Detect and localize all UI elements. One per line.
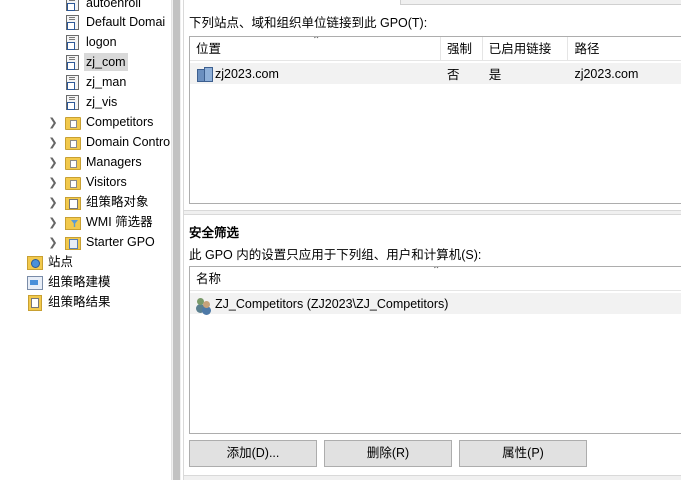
sites-icon xyxy=(26,254,43,270)
gpo-link-icon xyxy=(64,74,80,90)
tree-item-zj-vis[interactable]: zj_vis xyxy=(64,92,119,112)
links-list-header: ⌃ 位置 强制 已启用链接 路径 xyxy=(190,37,681,61)
links-caption: 下列站点、域和组织单位链接到此 GPO(T): xyxy=(189,16,428,30)
tree-item-domain-controllers[interactable]: Domain Contro xyxy=(64,132,171,152)
gpo-link-icon xyxy=(64,34,80,50)
chevron-right-icon[interactable]: ❯ xyxy=(48,112,58,132)
add-button[interactable]: 添加(D)... xyxy=(189,440,317,467)
table-row[interactable]: zj2023.com 否 是 zj2023.com xyxy=(190,63,681,84)
chevron-right-icon[interactable]: ❯ xyxy=(48,152,58,172)
gpo-link-icon xyxy=(64,0,80,11)
tree-scrollbar[interactable] xyxy=(171,0,181,480)
security-filter-list[interactable]: ⌃ 名称 ZJ_Competitors (ZJ2023\ZJ_Competito… xyxy=(189,266,681,434)
gpo-folder-icon xyxy=(64,194,81,210)
properties-button[interactable]: 属性(P) xyxy=(459,440,587,467)
tree-item-visitors[interactable]: Visitors xyxy=(64,172,129,192)
bottom-edge xyxy=(184,475,681,480)
tree-item-default-domain[interactable]: Default Domai xyxy=(64,12,167,32)
pane-splitter[interactable] xyxy=(184,210,681,215)
column-header-name[interactable]: ⌃ 名称 xyxy=(190,267,681,291)
sort-ascending-icon: ⌃ xyxy=(432,266,441,276)
tree-item-gp-modeling[interactable]: 组策略建模 xyxy=(26,272,113,292)
ou-icon xyxy=(64,154,81,170)
chevron-right-icon[interactable]: ❯ xyxy=(48,212,58,232)
tree-item-zj-com[interactable]: zj_com xyxy=(64,52,128,72)
tree-item-competitors[interactable]: Competitors xyxy=(64,112,155,132)
gpo-link-icon xyxy=(64,54,80,70)
column-header-location[interactable]: ⌃ 位置 xyxy=(190,37,441,61)
ou-icon xyxy=(64,174,81,190)
gpo-link-icon xyxy=(64,14,80,30)
security-filtering-title: 安全筛选 xyxy=(189,226,240,240)
ou-icon xyxy=(64,114,81,130)
tree-item-starter-gpo[interactable]: Starter GPO xyxy=(64,232,157,252)
chevron-right-icon[interactable]: ❯ xyxy=(48,192,58,212)
table-row[interactable]: ZJ_Competitors (ZJ2023\ZJ_Competitors) xyxy=(190,293,681,314)
wmi-filter-icon xyxy=(64,214,81,230)
chevron-right-icon[interactable]: ❯ xyxy=(48,232,58,252)
security-group-icon xyxy=(196,296,212,312)
gpo-link-icon xyxy=(64,94,80,110)
sort-ascending-icon: ⌃ xyxy=(312,36,321,46)
gp-modeling-icon xyxy=(26,274,43,290)
link-enabled-cell: 是 xyxy=(488,68,502,82)
security-filtering-caption: 此 GPO 内的设置只应用于下列组、用户和计算机(S): xyxy=(189,248,482,262)
gp-results-icon xyxy=(26,294,42,311)
ou-icon xyxy=(64,134,81,150)
tree-item-logon[interactable]: logon xyxy=(64,32,119,52)
links-list[interactable]: ⌃ 位置 强制 已启用链接 路径 zj2023.com 否 是 zj2023.c… xyxy=(189,36,681,204)
scrollbar-thumb[interactable] xyxy=(173,0,180,480)
tree-item-gpo-objects[interactable]: 组策略对象 xyxy=(64,192,151,212)
link-path-cell: zj2023.com xyxy=(574,66,639,81)
link-location-cell: zj2023.com xyxy=(190,66,441,82)
chevron-right-icon[interactable]: ❯ xyxy=(48,132,58,152)
tree-item-managers[interactable]: Managers xyxy=(64,152,144,172)
link-enforced-cell: 否 xyxy=(446,68,460,82)
starter-gpo-icon xyxy=(64,234,81,250)
column-header-link-enabled[interactable]: 已启用链接 xyxy=(483,37,569,61)
chevron-right-icon[interactable]: ❯ xyxy=(48,172,58,192)
column-header-enforced[interactable]: 强制 xyxy=(441,37,483,61)
tree-item-sites[interactable]: 站点 xyxy=(26,252,75,272)
domain-icon xyxy=(196,66,213,82)
tab-strip-edge xyxy=(400,0,681,5)
security-list-header: ⌃ 名称 xyxy=(190,267,681,291)
security-principal-cell: ZJ_Competitors (ZJ2023\ZJ_Competitors) xyxy=(190,296,681,312)
tree-item-wmi-filters[interactable]: WMI 筛选器 xyxy=(64,212,155,232)
console-tree[interactable]: autoenroll Default Domai logon zj_com zj… xyxy=(0,0,171,480)
remove-button[interactable]: 删除(R) xyxy=(324,440,452,467)
tree-item-gp-results[interactable]: 组策略结果 xyxy=(26,292,113,312)
tree-item-zj-man[interactable]: zj_man xyxy=(64,72,128,92)
details-pane: 下列站点、域和组织单位链接到此 GPO(T): ⌃ 位置 强制 已启用链接 路径… xyxy=(183,0,681,480)
column-header-path[interactable]: 路径 xyxy=(568,37,681,61)
